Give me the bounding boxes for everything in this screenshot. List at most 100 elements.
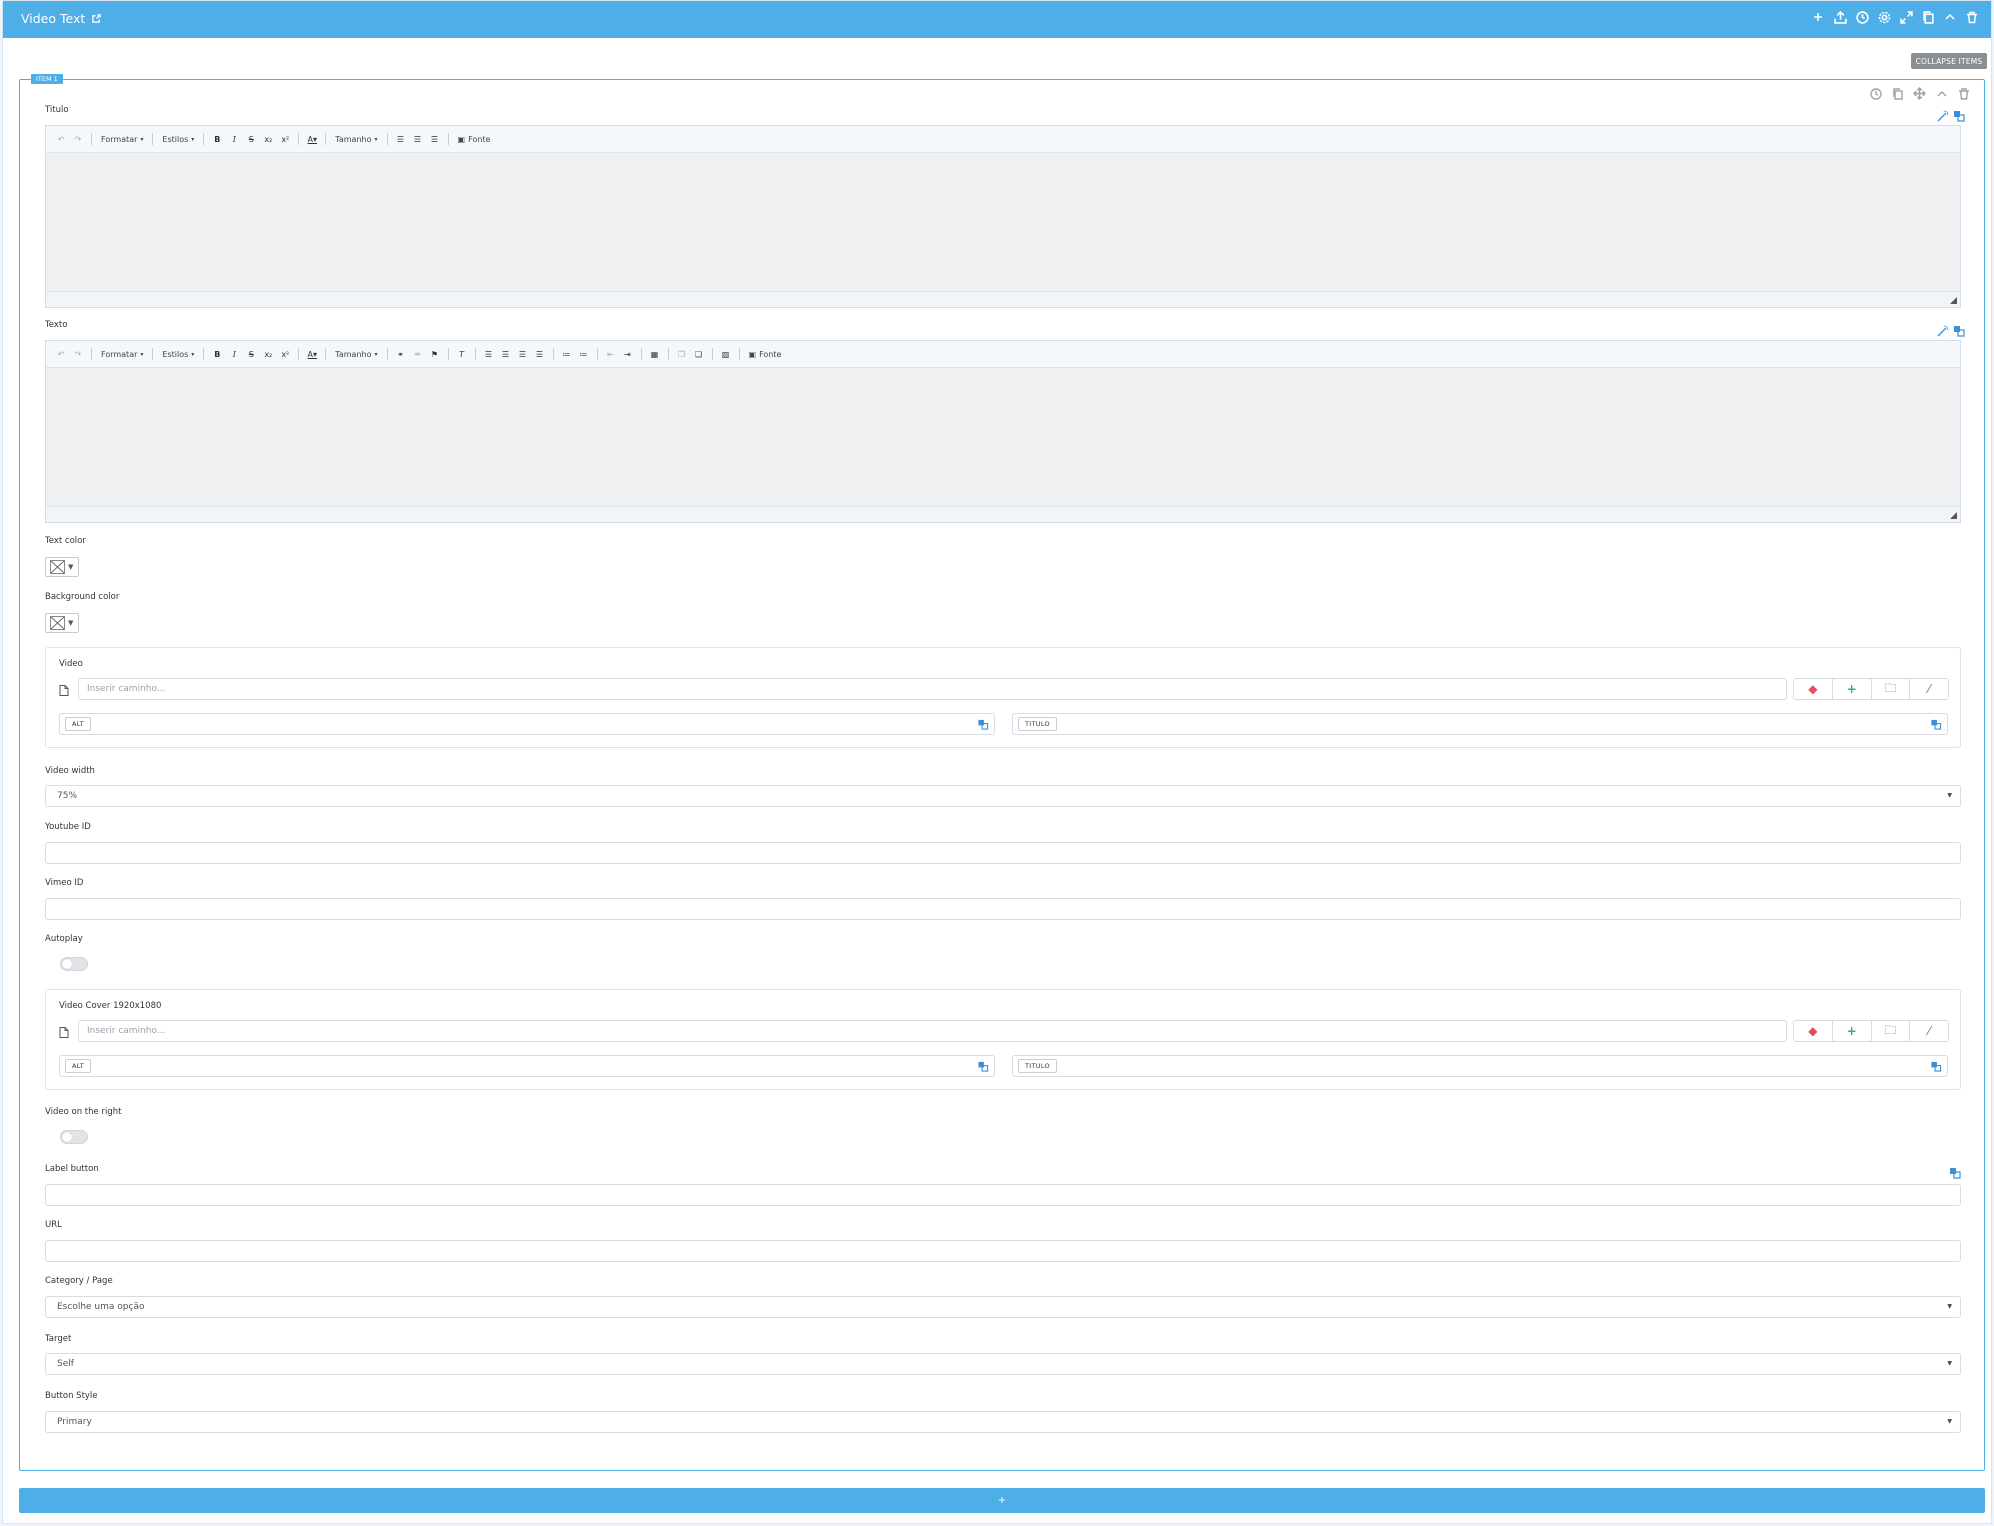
button-style-select[interactable]: Primary ▼ <box>45 1411 1961 1433</box>
magic-wand-icon[interactable]: ⁄ <box>1910 1021 1948 1041</box>
source-button[interactable]: ▣ Fonte <box>746 350 785 359</box>
outdent-icon[interactable]: ⇤ <box>604 347 618 361</box>
expand-icon[interactable] <box>1899 10 1913 24</box>
chevron-up-icon[interactable] <box>1943 10 1957 24</box>
translate-icon[interactable] <box>1952 324 1965 337</box>
align-justify-icon[interactable]: ☰ <box>533 347 547 361</box>
link-icon[interactable]: ⚭ <box>394 347 408 361</box>
bold-icon[interactable]: B <box>210 132 224 146</box>
autoplay-toggle[interactable] <box>60 957 88 971</box>
undo-icon[interactable]: ↶ <box>54 132 68 146</box>
remove-format-icon[interactable]: T <box>455 347 469 361</box>
external-link-icon[interactable] <box>92 14 102 23</box>
superscript-icon[interactable]: x² <box>278 347 292 361</box>
unlink-icon[interactable]: ⚮ <box>411 347 425 361</box>
panel-title: Video Text <box>21 11 102 26</box>
numbered-list-icon[interactable]: ≔ <box>577 347 591 361</box>
undo-icon[interactable]: ↶ <box>54 347 68 361</box>
video-cover-title: Video Cover 1920x1080 <box>59 1001 162 1011</box>
format-dropdown[interactable]: Formatar ▾ <box>98 350 146 359</box>
align-left-icon[interactable]: ☰ <box>394 132 408 146</box>
redo-icon[interactable]: ↷ <box>71 347 85 361</box>
video-width-select[interactable]: 75% ▼ <box>45 785 1961 807</box>
folder-open-icon[interactable]: 🗀 <box>1872 1021 1911 1041</box>
source-button[interactable]: ▣ Fonte <box>455 135 494 144</box>
format-dropdown[interactable]: Formatar ▾ <box>98 135 146 144</box>
video-alt-field[interactable]: ALT <box>59 713 995 735</box>
add-icon[interactable]: + <box>1833 1021 1872 1041</box>
add-icon[interactable]: + <box>1833 679 1872 699</box>
subscript-icon[interactable]: x₂ <box>261 132 275 146</box>
video-cover-alt-field[interactable]: ALT <box>59 1055 995 1077</box>
size-dropdown[interactable]: Tamanho ▾ <box>332 135 380 144</box>
vimeo-id-input[interactable] <box>45 898 1961 920</box>
bulleted-list-icon[interactable]: ≔ <box>560 347 574 361</box>
align-right-icon[interactable]: ☰ <box>516 347 530 361</box>
strikethrough-icon[interactable]: S <box>244 347 258 361</box>
target-select[interactable]: Self ▼ <box>45 1353 1961 1375</box>
subscript-icon[interactable]: x₂ <box>261 347 275 361</box>
translate-icon[interactable] <box>1952 109 1965 122</box>
texto-editor[interactable]: ↶ ↷ Formatar ▾ Estilos ▾ B I S x₂ x² A▾ Ta… <box>45 340 1961 523</box>
strikethrough-icon[interactable]: S <box>244 132 258 146</box>
translate-icon[interactable] <box>1930 719 1942 730</box>
copy-icon[interactable] <box>1891 87 1904 100</box>
add-item-button[interactable]: + <box>19 1488 1985 1513</box>
magic-wand-icon[interactable] <box>1936 324 1949 337</box>
video-on-right-toggle[interactable] <box>60 1130 88 1144</box>
url-input[interactable] <box>45 1240 1961 1262</box>
magic-wand-icon[interactable] <box>1936 109 1949 122</box>
history-icon[interactable] <box>1869 87 1882 100</box>
align-right-icon[interactable]: ☰ <box>428 132 442 146</box>
bold-icon[interactable]: B <box>210 347 224 361</box>
resize-grip-icon[interactable] <box>1950 512 1957 519</box>
superscript-icon[interactable]: x² <box>278 132 292 146</box>
translate-icon[interactable] <box>977 1061 989 1072</box>
chevron-up-icon[interactable] <box>1935 87 1948 100</box>
copy-icon[interactable] <box>1921 10 1935 24</box>
video-titulo-field[interactable]: TITULO <box>1012 713 1948 735</box>
history-icon[interactable] <box>1855 10 1869 24</box>
table-icon[interactable]: ▦ <box>648 347 662 361</box>
paste-icon[interactable]: ❐ <box>675 347 689 361</box>
redo-icon[interactable]: ↷ <box>71 132 85 146</box>
background-color-picker[interactable]: ▼ <box>45 613 79 633</box>
resize-grip-icon[interactable] <box>1950 297 1957 304</box>
label-button-input[interactable] <box>45 1184 1961 1206</box>
indent-icon[interactable]: ⇥ <box>621 347 635 361</box>
upload-icon[interactable] <box>1833 10 1847 24</box>
gear-icon[interactable] <box>1877 10 1891 24</box>
align-center-icon[interactable]: ☰ <box>411 132 425 146</box>
italic-icon[interactable]: I <box>227 347 241 361</box>
italic-icon[interactable]: I <box>227 132 241 146</box>
text-color-icon[interactable]: A▾ <box>305 132 319 146</box>
paste-text-icon[interactable]: ❏ <box>692 347 706 361</box>
styles-dropdown[interactable]: Estilos ▾ <box>159 135 197 144</box>
video-cover-path-input[interactable]: Inserir caminho... <box>78 1020 1787 1042</box>
titulo-editor[interactable]: ↶ ↷ Formatar ▾ Estilos ▾ B I S x₂ x² A▾ Ta… <box>45 125 1961 308</box>
collapse-items-button[interactable]: COLLAPSE ITEMS <box>1911 53 1987 69</box>
translate-icon[interactable] <box>1949 1167 1961 1179</box>
align-center-icon[interactable]: ☰ <box>499 347 513 361</box>
translate-icon[interactable] <box>1930 1061 1942 1072</box>
trash-icon[interactable] <box>1957 87 1970 100</box>
folder-open-icon[interactable]: 🗀 <box>1872 679 1911 699</box>
magic-wand-icon[interactable]: ⁄ <box>1910 679 1948 699</box>
anchor-flag-icon[interactable]: ⚑ <box>428 347 442 361</box>
trash-icon[interactable] <box>1965 10 1979 24</box>
category-page-select[interactable]: Escolhe uma opção ▼ <box>45 1296 1961 1318</box>
image-icon[interactable]: ▨ <box>719 347 733 361</box>
move-icon[interactable] <box>1913 87 1926 100</box>
eraser-icon[interactable]: ◆ <box>1794 679 1833 699</box>
size-dropdown[interactable]: Tamanho ▾ <box>332 350 380 359</box>
youtube-id-input[interactable] <box>45 842 1961 864</box>
add-icon[interactable] <box>1811 10 1825 24</box>
video-cover-titulo-field[interactable]: TITULO <box>1012 1055 1948 1077</box>
eraser-icon[interactable]: ◆ <box>1794 1021 1833 1041</box>
styles-dropdown[interactable]: Estilos ▾ <box>159 350 197 359</box>
translate-icon[interactable] <box>977 719 989 730</box>
text-color-picker[interactable]: ▼ <box>45 557 79 577</box>
align-left-icon[interactable]: ☰ <box>482 347 496 361</box>
video-path-input[interactable]: Inserir caminho... <box>78 678 1787 700</box>
text-color-icon[interactable]: A▾ <box>305 347 319 361</box>
